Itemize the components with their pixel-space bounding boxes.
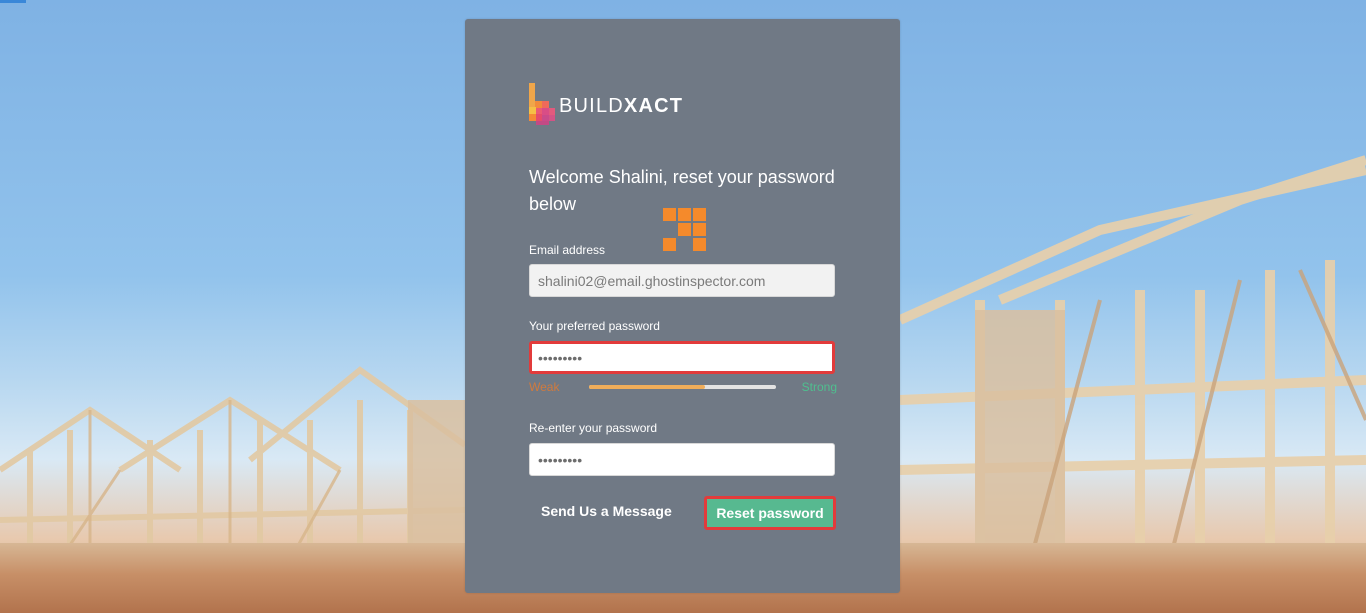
send-message-link[interactable]: Send Us a Message bbox=[541, 503, 672, 519]
email-label: Email address bbox=[529, 243, 606, 257]
reset-password-card: BUILDXACT Welcome Shalini, reset your pa… bbox=[465, 19, 900, 593]
loading-spinner-icon bbox=[663, 208, 707, 252]
buildxact-logo-icon bbox=[529, 83, 555, 125]
reset-password-button[interactable]: Reset password bbox=[704, 496, 836, 530]
password-label: Your preferred password bbox=[529, 319, 660, 333]
password-field[interactable] bbox=[529, 341, 835, 374]
confirm-password-label: Re-enter your password bbox=[529, 421, 658, 435]
password-strength-meter: Weak Strong bbox=[529, 380, 837, 396]
brand-wordmark: BUILDXACT bbox=[559, 95, 684, 117]
strength-fill bbox=[589, 385, 705, 389]
email-field[interactable] bbox=[529, 264, 835, 297]
confirm-password-field[interactable] bbox=[529, 443, 835, 476]
strength-track bbox=[589, 385, 776, 389]
strength-weak-label: Weak bbox=[529, 380, 560, 394]
strength-strong-label: Strong bbox=[801, 380, 837, 394]
brand-logo: BUILDXACT bbox=[529, 83, 683, 125]
top-accent-bar bbox=[0, 0, 26, 3]
